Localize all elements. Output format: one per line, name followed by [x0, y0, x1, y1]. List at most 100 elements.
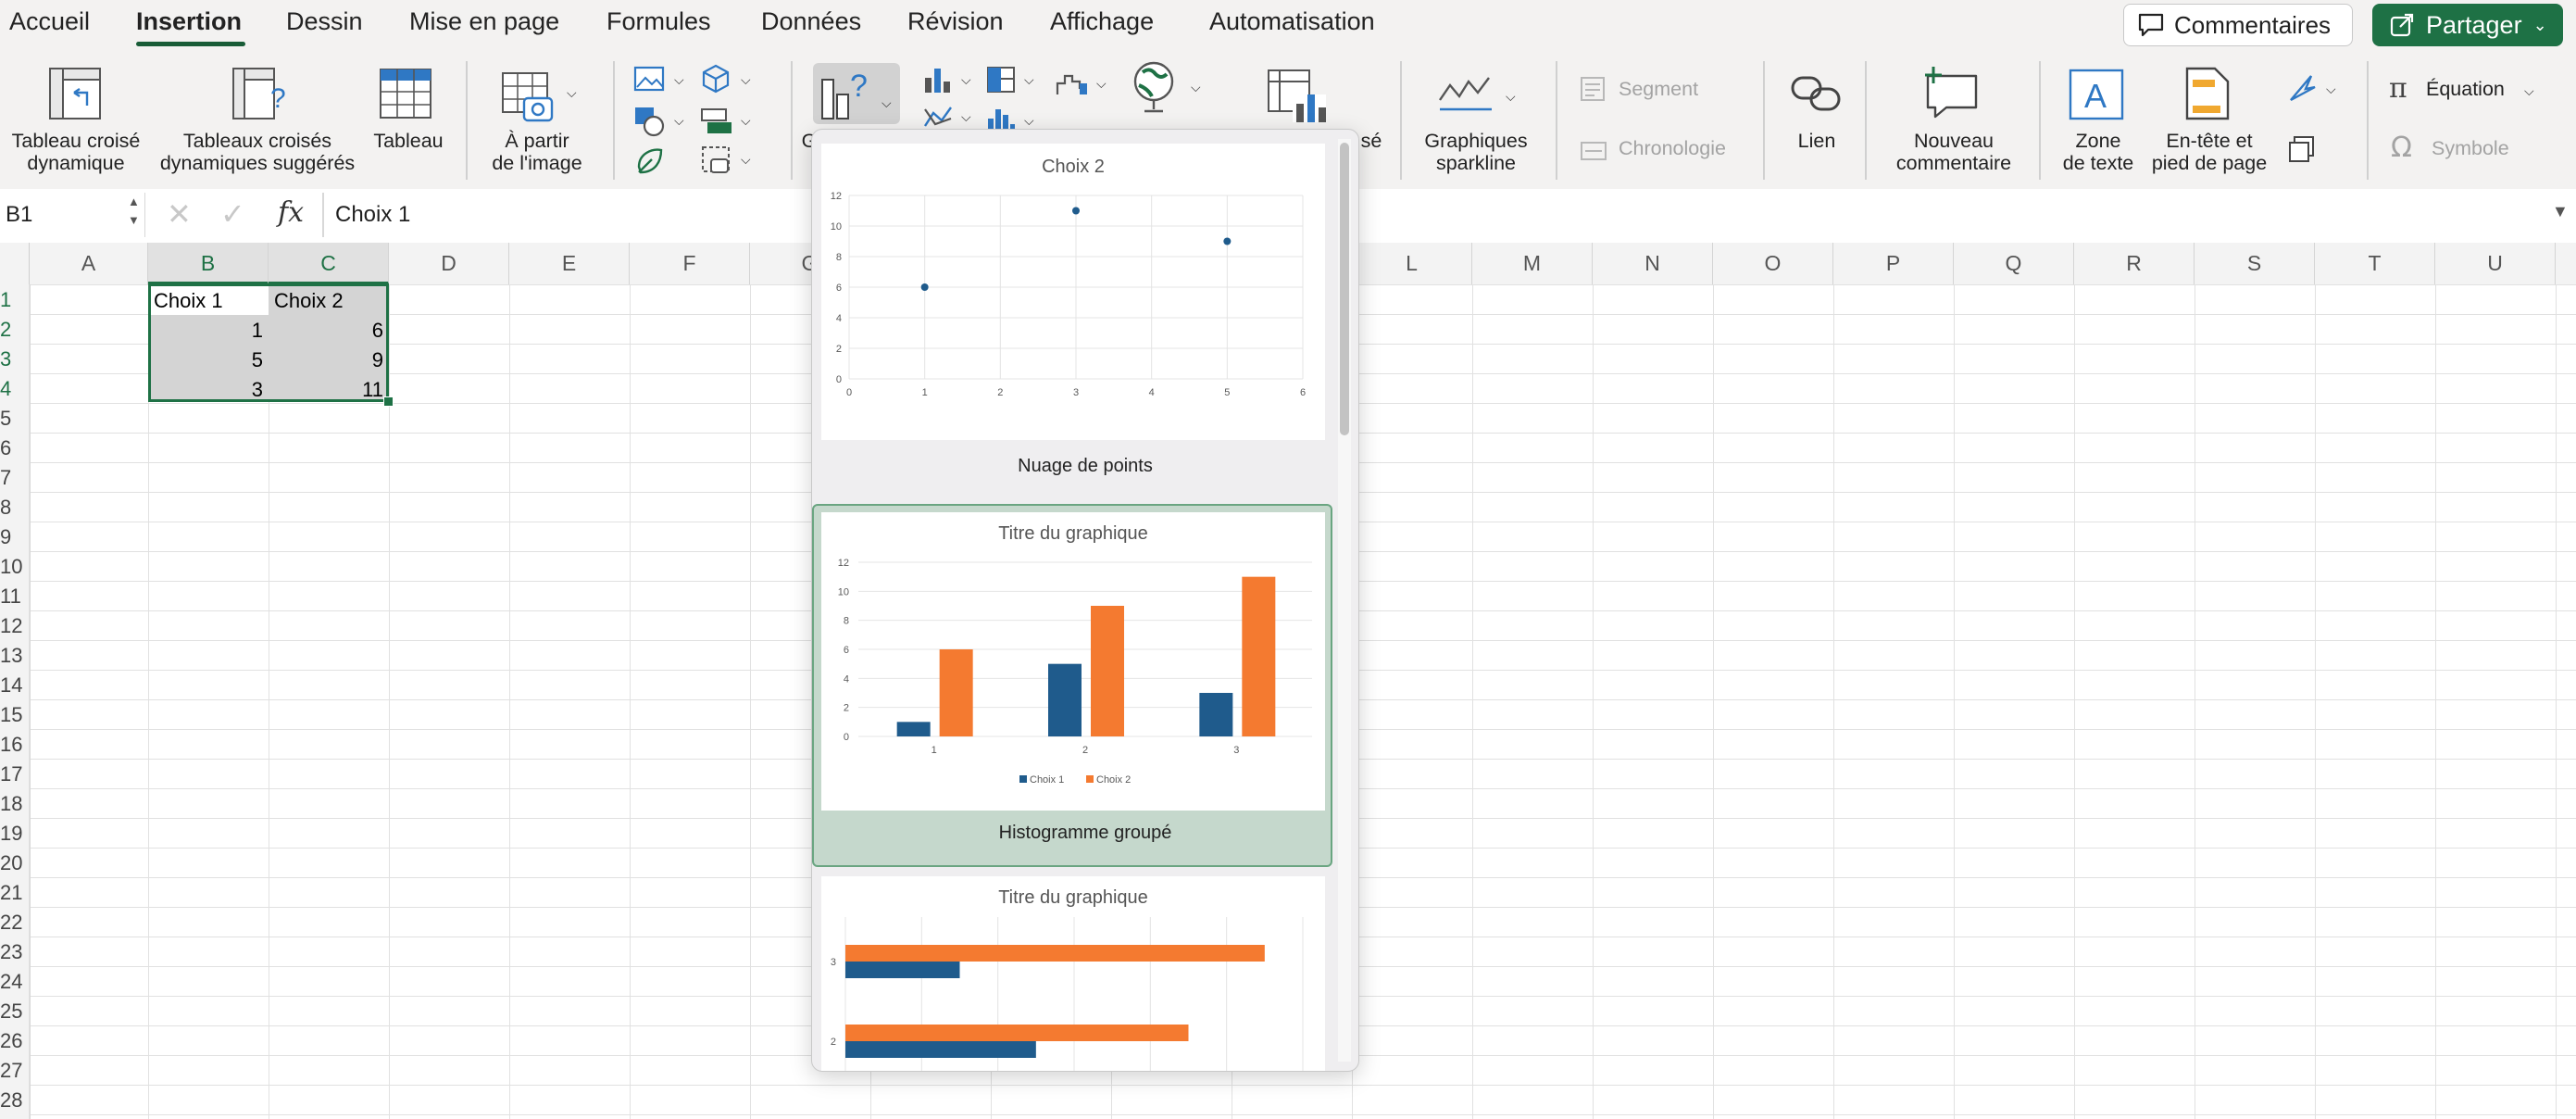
row-header[interactable]: 9 [0, 525, 25, 549]
line-chart-icon[interactable] [922, 102, 954, 132]
gallery-card-clustered-column[interactable]: Titre du graphique 0 2 4 6 8 10 12 1 2 3 Choix 1 Ch… [821, 512, 1325, 811]
row-header[interactable]: 6 [0, 436, 25, 460]
equation-label[interactable]: Équation [2426, 78, 2505, 100]
confirm-icon[interactable]: ✓ [220, 196, 245, 232]
row-header[interactable]: 25 [0, 1000, 25, 1024]
cell-c3[interactable]: 9 [270, 348, 383, 372]
new-comment-icon[interactable] [1922, 65, 1982, 120]
recommended-charts-button[interactable]: ? ⌵ [813, 63, 900, 124]
comments-button[interactable]: Commentaires [2123, 4, 2353, 46]
row-header[interactable]: 14 [0, 673, 25, 698]
chevron-down-icon[interactable]: ⌵ [961, 72, 971, 88]
pivot-chart-icon[interactable] [1265, 67, 1332, 126]
tab-donnees[interactable]: Données [761, 7, 861, 36]
tab-dessin[interactable]: Dessin [286, 7, 363, 36]
chevron-down-icon[interactable]: ⌵ [2326, 82, 2336, 97]
row-header[interactable]: 28 [0, 1088, 25, 1113]
stepper-up-icon[interactable]: ▲ [128, 195, 140, 208]
row-header[interactable]: 10 [0, 555, 25, 579]
row-header[interactable]: 26 [0, 1029, 25, 1053]
column-header-m[interactable]: M [1472, 243, 1593, 284]
chevron-down-icon[interactable]: ⌵ [674, 72, 684, 88]
tab-automatisation[interactable]: Automatisation [1209, 7, 1375, 36]
row-header[interactable]: 15 [0, 703, 25, 727]
row-header[interactable]: 20 [0, 851, 25, 875]
row-header[interactable]: 5 [0, 407, 25, 431]
row-header[interactable]: 7 [0, 466, 25, 490]
row-header[interactable]: 2 [0, 318, 25, 342]
chevron-down-icon[interactable]: ⌵ [1024, 72, 1034, 88]
column-header-o[interactable]: O [1713, 243, 1833, 284]
screenshot-icon[interactable] [700, 145, 733, 176]
column-header-r[interactable]: R [2074, 243, 2195, 284]
hierarchy-chart-icon[interactable] [985, 65, 1017, 94]
formula-content[interactable]: Choix 1 [335, 202, 410, 228]
suggested-pivot-button[interactable]: ? [230, 65, 291, 127]
shapes-icon[interactable] [633, 106, 667, 137]
row-header[interactable]: 11 [0, 585, 25, 609]
column-header-s[interactable]: S [2195, 243, 2315, 284]
object-icon[interactable] [2287, 135, 2315, 163]
row-header[interactable]: 16 [0, 733, 25, 757]
column-header-f[interactable]: F [630, 243, 750, 284]
tab-insertion[interactable]: Insertion [136, 7, 242, 36]
cell-c4[interactable]: 11 [270, 378, 383, 402]
row-header[interactable]: 17 [0, 762, 25, 786]
row-header[interactable]: 8 [0, 496, 25, 520]
chevron-down-icon[interactable]: ⌵ [1506, 89, 1516, 105]
chevron-down-icon[interactable]: ⌵ [2524, 83, 2534, 99]
waterfall-chart-icon[interactable] [1054, 67, 1093, 100]
pictures-icon[interactable] [633, 65, 667, 93]
row-header[interactable]: 27 [0, 1059, 25, 1083]
sparkline-icon[interactable] [1437, 72, 1494, 117]
chevron-down-icon[interactable]: ⌵ [961, 109, 971, 125]
chevron-down-icon[interactable]: ⌵ [741, 113, 751, 129]
tab-accueil[interactable]: Accueil [9, 7, 90, 36]
table-button[interactable] [378, 67, 433, 125]
expand-formula-icon[interactable]: ▼ [2552, 202, 2569, 221]
cell-c1[interactable]: Choix 2 [274, 289, 344, 313]
chevron-down-icon[interactable]: ⌵ [567, 85, 577, 101]
row-header[interactable]: 12 [0, 614, 25, 638]
cell-b1[interactable]: Choix 1 [154, 289, 223, 313]
icons-icon[interactable] [633, 145, 667, 178]
gallery-card-clustered-bar[interactable]: Titre du graphique 23 [821, 876, 1325, 1071]
share-button[interactable]: Partager ⌄ [2372, 4, 2563, 46]
select-all-corner[interactable] [0, 243, 30, 284]
column-header-q[interactable]: Q [1954, 243, 2074, 284]
column-header-e[interactable]: E [509, 243, 630, 284]
column-header-u[interactable]: U [2435, 243, 2556, 284]
column-header-c[interactable]: C [269, 243, 389, 284]
tab-formules[interactable]: Formules [606, 7, 711, 36]
tab-revision[interactable]: Révision [907, 7, 1004, 36]
text-box-icon[interactable]: A [2067, 67, 2126, 122]
chevron-down-icon[interactable]: ⌵ [674, 113, 684, 129]
chevron-down-icon[interactable]: ⌵ [741, 152, 751, 168]
row-header[interactable]: 3 [0, 347, 25, 371]
column-header-b[interactable]: B [148, 243, 269, 284]
chevron-down-icon[interactable]: ⌵ [1191, 80, 1201, 95]
column-header-p[interactable]: P [1833, 243, 1954, 284]
cell-b4[interactable]: 3 [150, 378, 263, 402]
fx-icon[interactable]: fx [278, 196, 304, 229]
row-header[interactable]: 13 [0, 644, 25, 668]
maps-chart-icon[interactable] [1130, 59, 1178, 115]
tab-mise-en-page[interactable]: Mise en page [409, 7, 559, 36]
cell-b2[interactable]: 1 [150, 319, 263, 343]
row-header[interactable]: 4 [0, 377, 25, 401]
column-header-a[interactable]: A [30, 243, 148, 284]
column-header-l[interactable]: L [1352, 243, 1472, 284]
3d-models-icon[interactable] [700, 63, 732, 94]
cell-b3[interactable]: 5 [150, 348, 263, 372]
cancel-icon[interactable]: ✕ [167, 196, 192, 232]
name-box[interactable]: B1 ▲ ▼ [0, 193, 145, 237]
gallery-scrollbar-thumb[interactable] [1340, 143, 1349, 435]
column-header-n[interactable]: N [1593, 243, 1713, 284]
chevron-down-icon[interactable]: ⌵ [741, 72, 751, 88]
row-header[interactable]: 1 [0, 288, 25, 312]
link-icon[interactable] [1789, 70, 1844, 117]
column-header-d[interactable]: D [389, 243, 509, 284]
pivot-table-button[interactable] [46, 65, 104, 127]
from-image-button[interactable] [500, 70, 561, 132]
header-footer-icon[interactable] [2183, 65, 2232, 122]
